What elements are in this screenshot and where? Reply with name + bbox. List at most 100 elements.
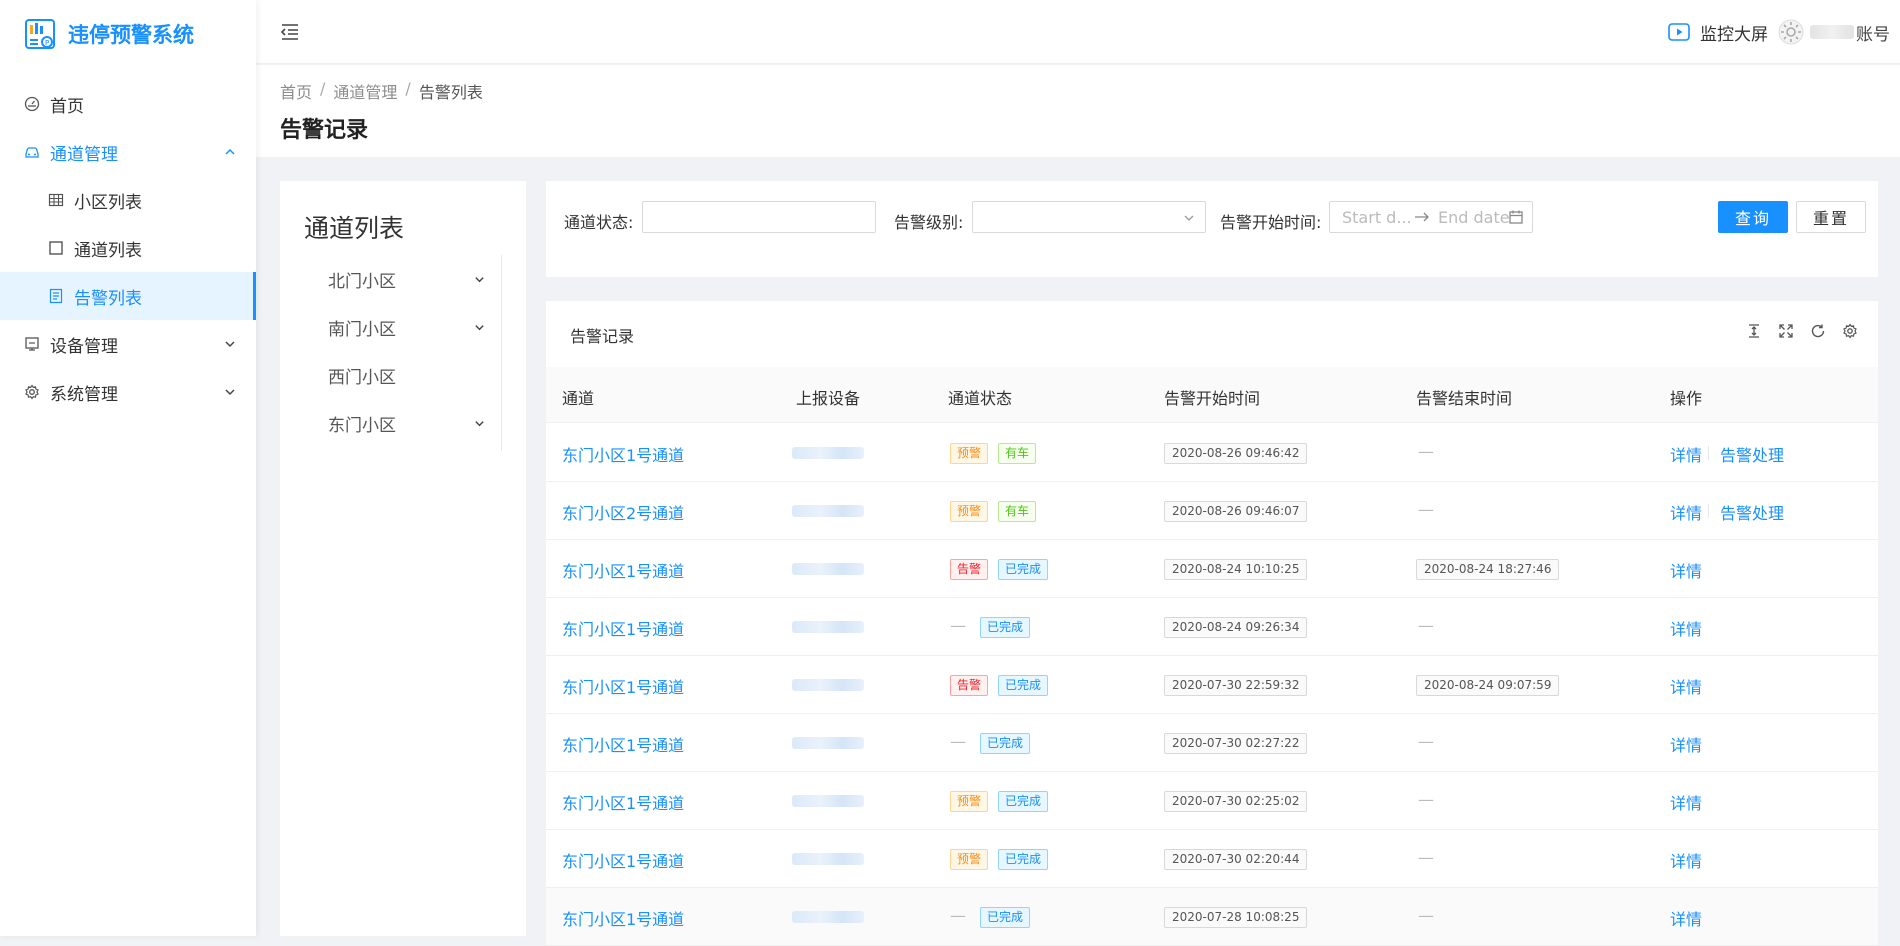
device-redacted	[792, 737, 864, 749]
fullscreen-icon[interactable]	[1778, 323, 1794, 339]
table-row[interactable]: 东门小区1号通道 — 已完成 2020-07-28 10:08:25 — 详情	[546, 888, 1878, 946]
level-tag: 预警	[950, 849, 989, 870]
tree-item-label: 北门小区	[328, 271, 396, 292]
start-time: 2020-07-30 02:20:44	[1164, 849, 1308, 870]
car-icon	[25, 147, 39, 158]
chevron-down-icon[interactable]	[474, 322, 485, 333]
table-row[interactable]: 东门小区1号通道 预警 有车 2020-08-26 09:46:42 — 详情 告警处理	[546, 424, 1878, 482]
tree-item-north[interactable]: 北门小区	[280, 255, 501, 303]
chevron-down-icon[interactable]	[474, 418, 485, 429]
chevron-down-icon	[225, 341, 235, 348]
channel-link[interactable]: 东门小区1号通道	[562, 848, 684, 872]
detail-link[interactable]: 详情	[1670, 732, 1702, 756]
start-time: 2020-08-26 09:46:42	[1164, 443, 1308, 464]
reset-button[interactable]: 重置	[1796, 201, 1866, 233]
channel-link[interactable]: 东门小区1号通道	[562, 732, 684, 756]
breadcrumb-channel-management[interactable]: 通道管理	[333, 79, 397, 103]
calendar-icon	[1509, 210, 1523, 224]
list-icon	[49, 288, 63, 304]
start-time: 2020-07-30 02:27:22	[1164, 733, 1308, 754]
date-range-picker[interactable]: Start d... End date	[1329, 201, 1533, 233]
sidebar-item-community-list[interactable]: 小区列表	[0, 176, 256, 224]
detail-link[interactable]: 详情	[1670, 674, 1702, 698]
empty-dash: —	[950, 906, 966, 925]
state-tag: 已完成	[998, 791, 1049, 812]
sidebar-item-channel-management[interactable]: 通道管理	[0, 128, 256, 176]
table-header: 通道 上报设备 通道状态 告警开始时间 告警结束时间 操作	[546, 367, 1878, 423]
detail-link[interactable]: 详情	[1670, 848, 1702, 872]
query-button[interactable]: 查询	[1718, 201, 1788, 233]
detail-link[interactable]: 详情	[1670, 790, 1702, 814]
level-filter-select[interactable]	[972, 201, 1206, 233]
state-tag: 已完成	[998, 559, 1049, 580]
filter-form: 通道状态: 告警级别: 告警开始时间: Start d... End date …	[546, 181, 1878, 277]
empty-dash: —	[1418, 442, 1434, 461]
logo[interactable]: P 违停预警系统	[24, 16, 194, 52]
channel-link[interactable]: 东门小区2号通道	[562, 500, 684, 524]
device-redacted	[792, 679, 864, 691]
table-row[interactable]: 东门小区1号通道 告警 已完成 2020-08-24 10:10:25 2020-08-…	[546, 540, 1878, 598]
sidebar-item-channel-list[interactable]: 通道列表	[0, 224, 256, 272]
account-name-redacted	[1810, 25, 1854, 39]
state-tag: 已完成	[980, 733, 1031, 754]
detail-link[interactable]: 详情	[1670, 906, 1702, 930]
sidebar-item-home[interactable]: 首页	[0, 80, 256, 128]
device-redacted	[792, 563, 864, 575]
detail-link[interactable]: 详情	[1670, 442, 1702, 466]
menu-fold-icon[interactable]	[280, 23, 300, 41]
table-row[interactable]: 东门小区1号通道 预警 已完成 2020-07-30 02:25:02 — 详情	[546, 772, 1878, 830]
start-date-input[interactable]: Start d...	[1342, 208, 1412, 227]
handle-alarm-link[interactable]: 告警处理	[1720, 500, 1784, 524]
channel-link[interactable]: 东门小区1号通道	[562, 616, 684, 640]
channel-link[interactable]: 东门小区1号通道	[562, 674, 684, 698]
ops-divider	[1708, 446, 1709, 460]
handle-alarm-link[interactable]: 告警处理	[1720, 442, 1784, 466]
tree-item-south[interactable]: 南门小区	[280, 303, 501, 351]
detail-link[interactable]: 详情	[1670, 500, 1702, 524]
account-menu[interactable]: 账号	[1778, 18, 1890, 46]
table-row[interactable]: 东门小区1号通道 预警 已完成 2020-07-30 02:20:44 — 详情	[546, 830, 1878, 888]
sidebar: P 违停预警系统 首页 通道管理 小区列表 通道列表 告警列表 设备管理 系统管…	[0, 0, 256, 936]
table-icon	[48, 193, 64, 207]
breadcrumb-separator: /	[320, 79, 326, 98]
empty-dash: —	[950, 616, 966, 635]
top-header: 监控大屏 账号	[256, 0, 1900, 64]
breadcrumb-home[interactable]: 首页	[280, 79, 312, 103]
channel-link[interactable]: 东门小区1号通道	[562, 558, 684, 582]
monitor-label: 监控大屏	[1700, 24, 1768, 45]
channel-tree: 北门小区 南门小区 西门小区 东门小区	[280, 255, 502, 451]
sidebar-item-label: 通道列表	[74, 240, 142, 261]
channel-link[interactable]: 东门小区1号通道	[562, 442, 684, 466]
alarm-table-card: 告警记录 通道 上报设备 通道状态 告警开始时间 告警结束时间 操作 东门小区1…	[546, 301, 1878, 946]
sidebar-item-alarm-list[interactable]: 告警列表	[0, 272, 256, 320]
column-header: 告警开始时间	[1164, 389, 1261, 408]
column-header: 上报设备	[796, 389, 861, 408]
detail-link[interactable]: 详情	[1670, 616, 1702, 640]
page-title: 告警记录	[280, 118, 369, 143]
monitor-screen-link[interactable]: 监控大屏	[1668, 20, 1768, 45]
setting-icon[interactable]	[1842, 323, 1858, 339]
channel-link[interactable]: 东门小区1号通道	[562, 906, 684, 930]
start-time: 2020-07-30 02:25:02	[1164, 791, 1308, 812]
chevron-up-icon	[225, 148, 235, 155]
chevron-down-icon[interactable]	[474, 274, 485, 285]
sidebar-item-device-management[interactable]: 设备管理	[0, 320, 256, 368]
status-filter-input[interactable]	[642, 201, 876, 233]
sidebar-item-system-management[interactable]: 系统管理	[0, 368, 256, 416]
end-date-input[interactable]: End date	[1438, 208, 1510, 227]
empty-dash: —	[1418, 500, 1434, 519]
device-redacted	[792, 795, 864, 807]
table-row[interactable]: 东门小区2号通道 预警 有车 2020-08-26 09:46:07 — 详情 告警处理	[546, 482, 1878, 540]
empty-dash: —	[1418, 616, 1434, 635]
tree-item-east[interactable]: 东门小区	[280, 399, 501, 447]
table-row[interactable]: 东门小区1号通道 告警 已完成 2020-07-30 22:59:32 2020-08-…	[546, 656, 1878, 714]
detail-link[interactable]: 详情	[1670, 558, 1702, 582]
reload-icon[interactable]	[1810, 323, 1826, 339]
table-row[interactable]: 东门小区1号通道 — 已完成 2020-07-30 02:27:22 — 详情	[546, 714, 1878, 772]
column-height-icon[interactable]	[1746, 323, 1762, 339]
table-row[interactable]: 东门小区1号通道 — 已完成 2020-08-24 09:26:34 — 详情	[546, 598, 1878, 656]
state-tag: 有车	[998, 443, 1037, 464]
status-filter-label: 通道状态:	[564, 213, 634, 232]
tree-item-west[interactable]: 西门小区	[280, 351, 501, 399]
channel-link[interactable]: 东门小区1号通道	[562, 790, 684, 814]
